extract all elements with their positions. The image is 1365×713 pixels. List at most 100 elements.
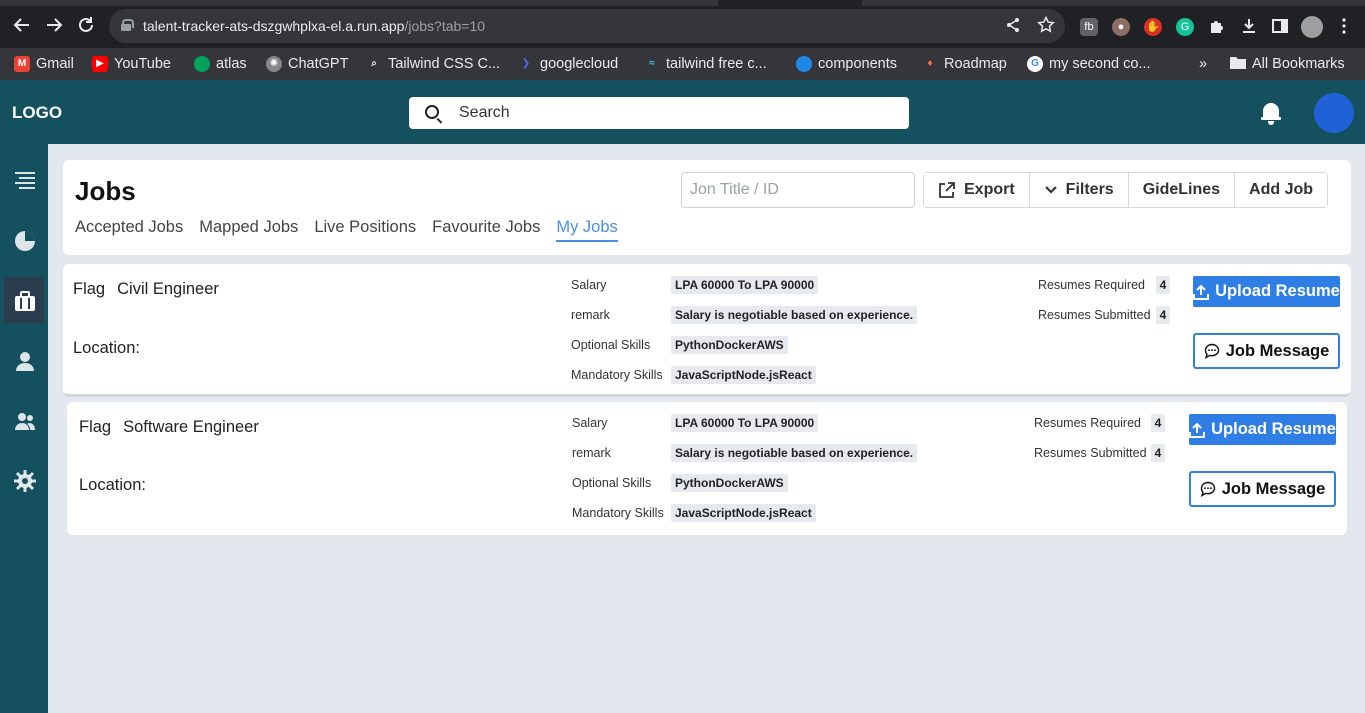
sidebar-item-profile[interactable] bbox=[4, 337, 44, 383]
tab-mapped-jobs[interactable]: Mapped Jobs bbox=[199, 218, 298, 242]
bell-icon[interactable] bbox=[1261, 101, 1281, 125]
global-search[interactable] bbox=[409, 97, 909, 129]
url-path: /jobs?tab=10 bbox=[404, 18, 486, 34]
bookmark-atlas[interactable]: atlas bbox=[194, 54, 247, 74]
resumes-submitted-label: Resumes Submitted bbox=[1038, 308, 1151, 322]
url-text[interactable]: talent-tracker-ats-dszgwhplxa-el.a.run.a… bbox=[143, 18, 485, 34]
job-card: Flag Civil Engineer Location: Salary LPA … bbox=[63, 264, 1351, 397]
jobs-header-card: Jobs Export Filters GideLines Add Job Ac… bbox=[63, 160, 1351, 255]
back-icon[interactable] bbox=[12, 15, 32, 35]
bookmark-label: components bbox=[818, 56, 897, 72]
chevron-down-icon bbox=[1044, 186, 1057, 194]
optional-skills-value: PythonDockerAWS bbox=[671, 474, 788, 492]
profile-icon[interactable] bbox=[1301, 16, 1323, 38]
remark-label: remark bbox=[572, 446, 611, 460]
bookmark-second[interactable]: G my second co... bbox=[1027, 54, 1151, 74]
salary-label: Salary bbox=[572, 416, 608, 430]
browser-toolbar: talent-tracker-ats-dszgwhplxa-el.a.run.a… bbox=[0, 0, 1365, 48]
all-bookmarks-button[interactable]: All Bookmarks bbox=[1230, 54, 1345, 74]
star-icon[interactable] bbox=[1037, 15, 1055, 38]
job-message-button[interactable]: Job Message bbox=[1189, 471, 1336, 507]
address-bar[interactable]: talent-tracker-ats-dszgwhplxa-el.a.run.a… bbox=[109, 9, 1065, 43]
bookmark-label: YouTube bbox=[114, 56, 171, 72]
job-message-button[interactable]: Job Message bbox=[1193, 333, 1340, 369]
puzzle-icon[interactable] bbox=[1208, 17, 1226, 35]
resumes-submitted-count: 4 bbox=[1156, 306, 1170, 324]
menu-lines-icon bbox=[15, 172, 35, 189]
job-message-label: Job Message bbox=[1225, 341, 1330, 360]
salary-value: LPA 60000 To LPA 90000 bbox=[671, 414, 819, 432]
bookmark-label: tailwind free c... bbox=[666, 56, 767, 72]
tab-accepted-jobs[interactable]: Accepted Jobs bbox=[75, 218, 183, 242]
export-label: Export bbox=[964, 181, 1015, 198]
tailwind-search-icon: ⌕ bbox=[371, 58, 377, 69]
add-job-button[interactable]: Add Job bbox=[1235, 173, 1328, 207]
folder-icon bbox=[1230, 55, 1246, 73]
upload-resume-button[interactable]: Upload Resume bbox=[1193, 276, 1340, 307]
optional-skills-label: Optional Skills bbox=[571, 338, 651, 352]
tab-my-jobs[interactable]: My Jobs bbox=[556, 218, 618, 242]
sidebar-item-team[interactable] bbox=[4, 397, 44, 443]
download-icon[interactable] bbox=[1240, 17, 1258, 35]
search-input[interactable] bbox=[459, 103, 889, 123]
remark-value: Salary is negotiable based on experience… bbox=[671, 444, 918, 462]
remark-label: remark bbox=[571, 308, 610, 322]
bookmarks-overflow-button[interactable]: » bbox=[1199, 54, 1207, 74]
sidepanel-icon[interactable] bbox=[1271, 17, 1289, 35]
job-tabs: Accepted Jobs Mapped Jobs Live Positions… bbox=[75, 218, 618, 242]
googlecloud-icon: ❯ bbox=[521, 58, 531, 69]
extension-icon[interactable]: fb bbox=[1080, 18, 1098, 36]
reload-icon[interactable] bbox=[76, 15, 96, 35]
menu-icon[interactable] bbox=[1335, 17, 1353, 35]
forward-icon[interactable] bbox=[44, 15, 64, 35]
tab-favourite-jobs[interactable]: Favourite Jobs bbox=[432, 218, 540, 242]
job-title-search-input[interactable] bbox=[681, 172, 915, 208]
bookmark-tailwind-css[interactable]: ⌕ Tailwind CSS C... bbox=[366, 54, 500, 74]
bookmark-roadmap[interactable]: ♦ Roadmap bbox=[922, 54, 1006, 74]
mandatory-skills-label: Mandatory Skills bbox=[572, 506, 664, 520]
sidebar-item-jobs[interactable] bbox=[4, 277, 44, 323]
share-icon[interactable] bbox=[1005, 17, 1021, 37]
chat-bubble-icon bbox=[1200, 481, 1215, 497]
bookmark-label: my second co... bbox=[1049, 56, 1151, 72]
bookmark-label: Tailwind CSS C... bbox=[388, 56, 501, 72]
mandatory-skills-value: JavaScriptNode.jsReact bbox=[671, 504, 816, 522]
extension-icon[interactable]: ● bbox=[1112, 18, 1130, 36]
search-icon bbox=[425, 105, 439, 119]
salary-value: LPA 60000 To LPA 90000 bbox=[671, 276, 819, 294]
guidelines-label: GideLines bbox=[1142, 181, 1221, 198]
atlas-icon bbox=[194, 56, 210, 72]
gmail-icon: M bbox=[14, 56, 30, 72]
job-title: Flag Civil Engineer bbox=[73, 280, 219, 299]
bookmark-components[interactable]: components bbox=[796, 54, 897, 74]
optional-skills-value: PythonDockerAWS bbox=[671, 336, 788, 354]
upload-resume-label: Upload Resume bbox=[1215, 282, 1340, 300]
resumes-required-count: 4 bbox=[1156, 276, 1170, 294]
filters-button[interactable]: Filters bbox=[1029, 173, 1129, 207]
extension-icon[interactable]: ✋ bbox=[1144, 18, 1162, 36]
export-button[interactable]: Export bbox=[924, 173, 1030, 207]
page-title: Jobs bbox=[75, 176, 136, 206]
sidebar-item-dashboard[interactable] bbox=[4, 217, 44, 263]
external-link-icon bbox=[939, 182, 955, 198]
bookmark-tailwind-free[interactable]: ≈ tailwind free c... bbox=[644, 54, 767, 74]
flag-label: Flag bbox=[73, 280, 106, 298]
guidelines-button[interactable]: GideLines bbox=[1128, 173, 1236, 207]
pie-chart-icon bbox=[15, 231, 35, 251]
users-icon bbox=[15, 413, 35, 430]
optional-skills-label: Optional Skills bbox=[572, 476, 652, 490]
bookmark-googlecloud[interactable]: ❯ googlecloud bbox=[518, 54, 618, 74]
bookmark-youtube[interactable]: ▶ YouTube bbox=[92, 54, 171, 74]
grammarly-icon[interactable]: G bbox=[1176, 18, 1194, 36]
bookmark-gmail[interactable]: M Gmail bbox=[14, 54, 74, 74]
sidebar-item-menu[interactable] bbox=[4, 157, 44, 203]
upload-resume-button[interactable]: Upload Resume bbox=[1189, 414, 1336, 445]
gear-icon bbox=[14, 470, 36, 492]
location-label: Location: bbox=[79, 476, 146, 494]
avatar[interactable] bbox=[1314, 93, 1354, 133]
bookmark-chatgpt[interactable]: ✺ ChatGPT bbox=[266, 54, 348, 74]
sidebar-item-settings[interactable] bbox=[4, 457, 44, 503]
resumes-required-count: 4 bbox=[1151, 414, 1165, 432]
tab-live-positions[interactable]: Live Positions bbox=[314, 218, 416, 242]
components-icon bbox=[796, 56, 812, 72]
